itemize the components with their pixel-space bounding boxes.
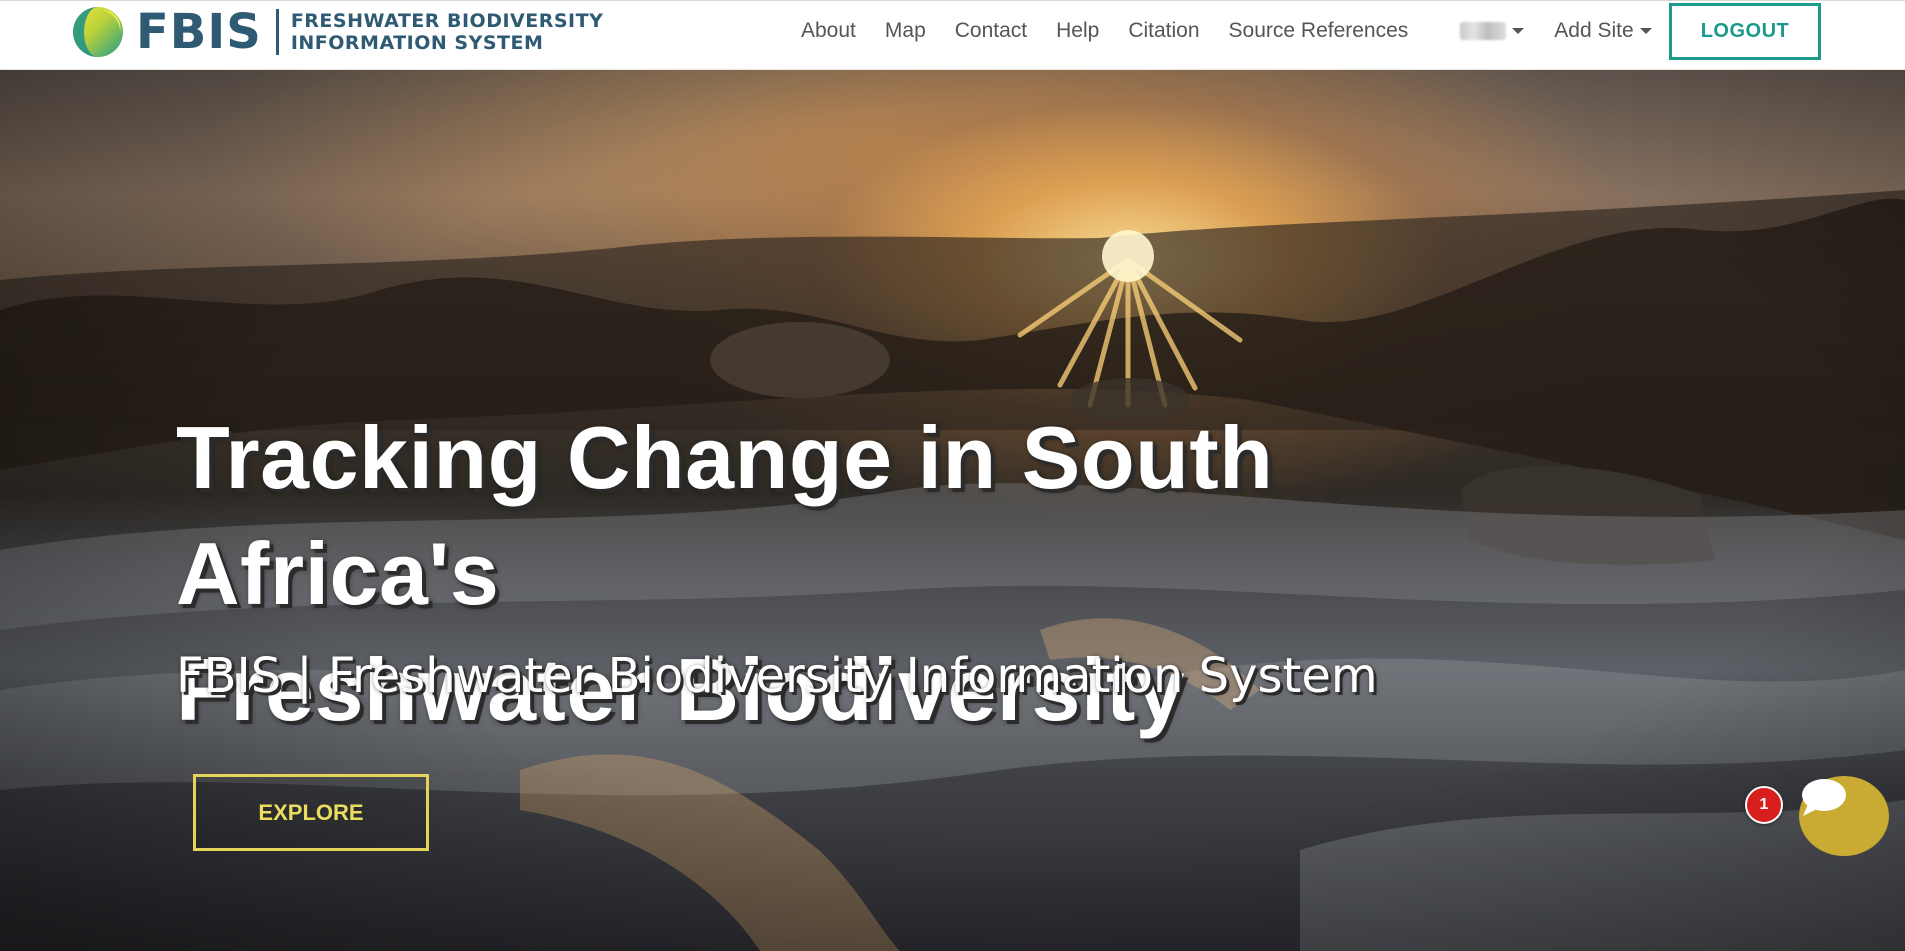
explore-button[interactable]: EXPLORE bbox=[193, 774, 429, 851]
nav-menu: About Map Contact Help Citation Source R… bbox=[801, 1, 1652, 61]
brand-line-1: FRESHWATER BIODIVERSITY bbox=[290, 10, 604, 32]
nav-link-help[interactable]: Help bbox=[1056, 19, 1099, 43]
hero-subtitle: FBIS | Freshwater Biodiversity Informati… bbox=[176, 648, 1378, 704]
brand-divider bbox=[275, 9, 279, 55]
nav-link-about[interactable]: About bbox=[801, 19, 856, 43]
user-avatar-blurred bbox=[1460, 22, 1507, 40]
chevron-down-icon bbox=[1639, 28, 1652, 34]
nav-link-citation[interactable]: Citation bbox=[1128, 19, 1199, 43]
chat-bubble-icon bbox=[1802, 779, 1846, 816]
brand-logo-link[interactable]: FBIS FRESHWATER BIODIVERSITY INFORMATION… bbox=[72, 3, 603, 61]
chat-notification-badge: 1 bbox=[1745, 786, 1783, 824]
user-menu-dropdown[interactable] bbox=[1460, 22, 1525, 40]
hero-banner: Tracking Change in South Africa's Freshw… bbox=[0, 70, 1905, 951]
nav-link-source-references[interactable]: Source References bbox=[1229, 19, 1409, 43]
chevron-down-icon bbox=[1512, 28, 1525, 34]
nav-link-contact[interactable]: Contact bbox=[955, 19, 1027, 43]
logout-button[interactable]: LOGOUT bbox=[1669, 3, 1821, 60]
brand-short-name: FBIS bbox=[136, 4, 262, 60]
top-navbar: FBIS FRESHWATER BIODIVERSITY INFORMATION… bbox=[0, 0, 1905, 70]
add-site-dropdown[interactable]: Add Site bbox=[1554, 19, 1652, 43]
hero-title-line-1: Tracking Change in South Africa's bbox=[176, 408, 1274, 623]
add-site-label: Add Site bbox=[1554, 19, 1634, 42]
chat-widget-button[interactable] bbox=[1799, 776, 1889, 856]
fbis-logo-icon bbox=[72, 6, 124, 58]
nav-link-map[interactable]: Map bbox=[885, 19, 926, 43]
brand-line-2: INFORMATION SYSTEM bbox=[290, 32, 544, 54]
brand-full-name: FRESHWATER BIODIVERSITY INFORMATION SYST… bbox=[291, 10, 604, 54]
